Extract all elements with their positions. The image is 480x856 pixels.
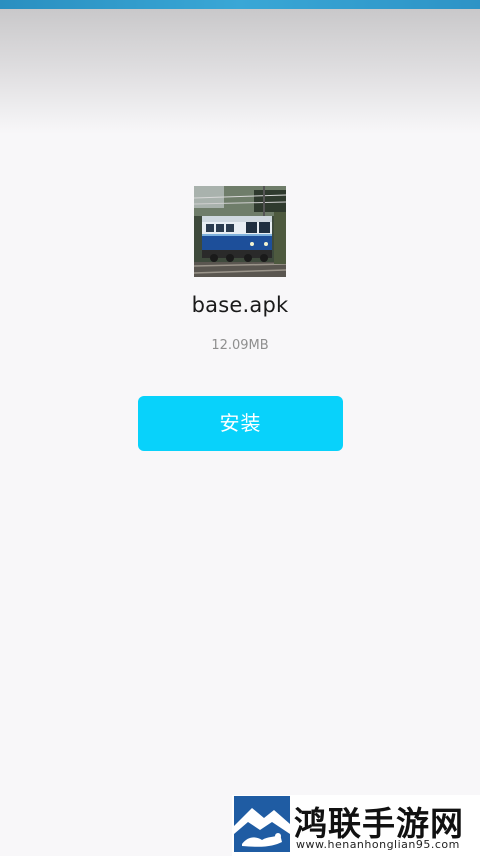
header-gradient [0, 9, 480, 134]
train-locomotive-icon [194, 186, 286, 277]
watermark: 鸿联手游网 www.henanhonglian95.com [232, 795, 480, 856]
install-button[interactable]: 安装 [138, 396, 343, 451]
watermark-logo-icon [234, 796, 290, 852]
watermark-url: www.henanhonglian95.com [296, 838, 460, 851]
top-accent-bar [0, 0, 480, 9]
file-name: base.apk [191, 293, 289, 317]
file-size: 12.09MB [211, 338, 269, 353]
